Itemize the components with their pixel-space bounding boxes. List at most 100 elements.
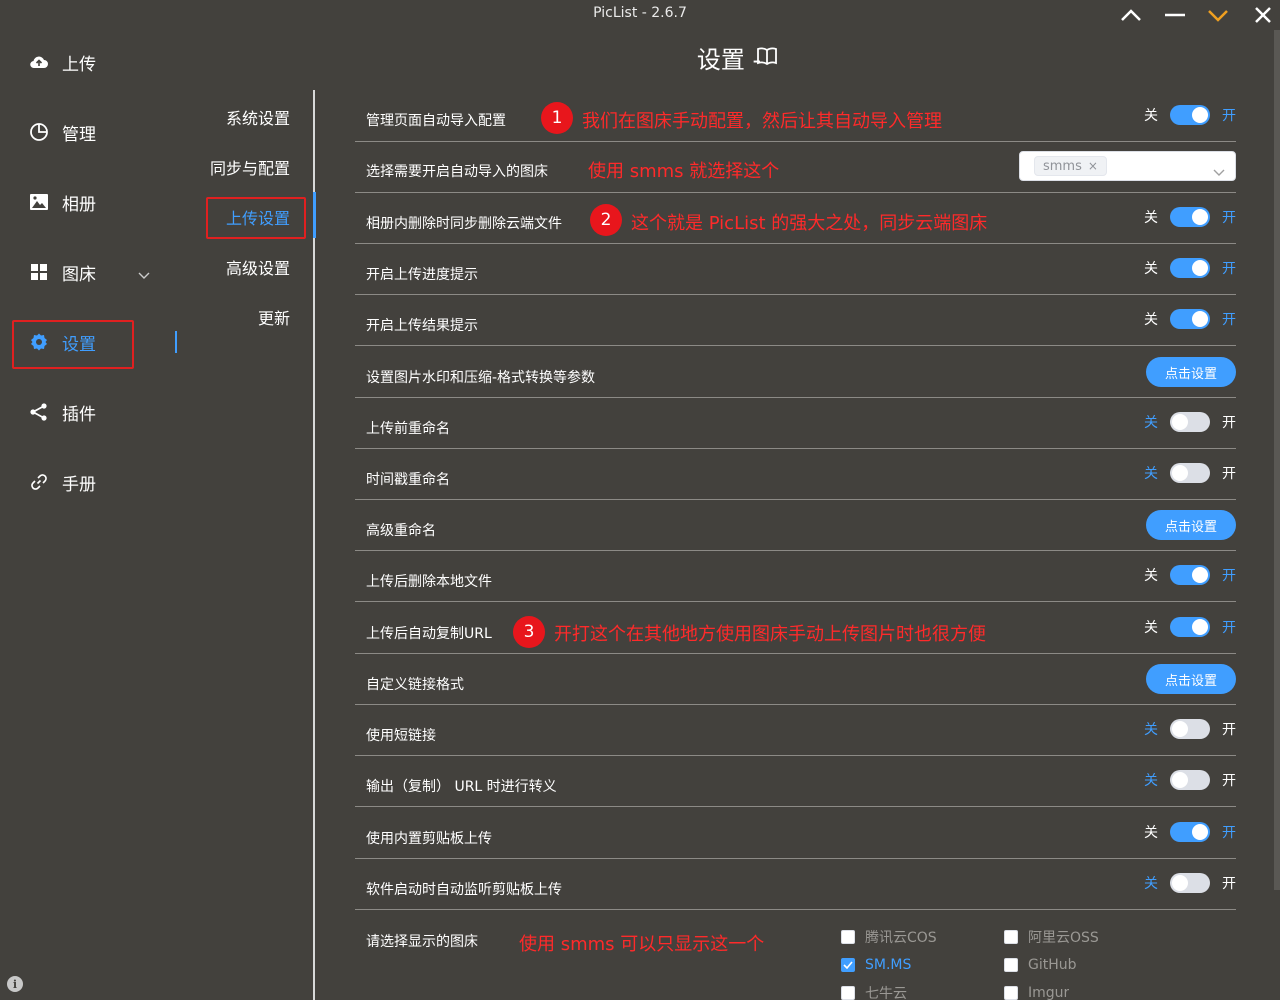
close-icon[interactable]	[1250, 4, 1276, 26]
toggle-switch[interactable]: 关 开	[1144, 719, 1236, 739]
setting-label: 时间戳重命名	[366, 472, 450, 488]
info-icon[interactable]: i	[7, 976, 23, 992]
checkbox-label: SM.MS	[865, 957, 912, 973]
switch-off-label: 关	[1144, 876, 1158, 892]
close-icon[interactable]: ×	[1088, 159, 1098, 173]
scrollbar[interactable]	[1274, 30, 1280, 890]
picbed-checkbox[interactable]: 七牛云	[841, 985, 907, 1000]
submenu-item-sync[interactable]: 同步与配置	[210, 155, 290, 179]
app-title: PicList - 2.6.7	[593, 5, 687, 21]
switch-off-label: 关	[1144, 415, 1158, 431]
annotation-text: 使用 smms 就选择这个	[588, 161, 780, 182]
picbed-checkbox[interactable]: 阿里云OSS	[1004, 927, 1099, 947]
toggle-switch[interactable]: 关 开	[1144, 207, 1236, 227]
highlight-box-upload-settings	[206, 197, 306, 239]
advanced-rename-button[interactable]: 点击设置	[1146, 510, 1236, 540]
setting-row: 时间戳重命名 关 开	[355, 449, 1236, 500]
toggle-switch[interactable]: 关 开	[1144, 873, 1236, 893]
toggle-track[interactable]	[1170, 719, 1210, 739]
sidebar-item-picbed[interactable]: 图床	[28, 254, 158, 290]
setting-label: 设置图片水印和压缩-格式转换等参数	[366, 370, 596, 386]
setting-label: 相册内删除时同步删除云端文件	[366, 216, 562, 232]
setting-row: 输出（复制） URL 时进行转义 关 开	[355, 756, 1236, 807]
switch-on-label: 开	[1222, 261, 1236, 277]
sidebar-item-gallery[interactable]: 相册	[28, 184, 96, 220]
switch-off-label: 关	[1144, 210, 1158, 226]
toggle-track[interactable]	[1170, 207, 1210, 227]
toggle-switch[interactable]: 关 开	[1144, 565, 1236, 585]
collapse-up-icon[interactable]	[1118, 4, 1144, 26]
toggle-track[interactable]	[1170, 565, 1210, 585]
sidebar-item-plugins[interactable]: 插件	[28, 394, 96, 430]
checkbox-box[interactable]	[841, 930, 855, 944]
picbed-checkbox[interactable]: Imgur	[1004, 985, 1069, 1000]
link-format-button[interactable]: 点击设置	[1146, 664, 1236, 694]
switch-off-label: 关	[1144, 261, 1158, 277]
toggle-track[interactable]	[1170, 873, 1210, 893]
checkbox-label: GitHub	[1028, 957, 1077, 973]
setting-label: 高级重命名	[366, 523, 436, 539]
sidebar-item-label: 相册	[62, 194, 96, 215]
setting-label: 请选择显示的图床	[366, 934, 478, 950]
link-icon	[28, 471, 50, 493]
toggle-track[interactable]	[1170, 463, 1210, 483]
toggle-switch[interactable]: 关 开	[1144, 309, 1236, 329]
toggle-switch[interactable]: 关 开	[1144, 105, 1236, 125]
sidebar-item-label: 图床	[62, 264, 96, 285]
picbed-checkbox[interactable]: GitHub	[1004, 957, 1077, 973]
toggle-switch[interactable]: 关 开	[1144, 822, 1236, 842]
checkbox-label: 阿里云OSS	[1028, 930, 1099, 946]
switch-on-label: 开	[1222, 415, 1236, 431]
setting-row: 开启上传进度提示 关 开	[355, 244, 1236, 295]
check-icon	[843, 961, 853, 969]
checkbox-box[interactable]	[841, 958, 855, 972]
setting-row: 设置图片水印和压缩-格式转换等参数 点击设置	[355, 346, 1236, 398]
toggle-track[interactable]	[1170, 105, 1210, 125]
submenu-active-indicator	[313, 192, 316, 238]
switch-on-label: 开	[1222, 568, 1236, 584]
picbed-checkbox[interactable]: SM.MS	[841, 957, 911, 973]
minimize-icon[interactable]	[1162, 4, 1188, 26]
checkbox-label: 七牛云	[865, 985, 907, 1000]
toggle-switch[interactable]: 关 开	[1144, 412, 1236, 432]
sidebar-item-manage[interactable]: 管理	[28, 114, 96, 150]
setting-label: 使用内置剪贴板上传	[366, 831, 492, 847]
toggle-track[interactable]	[1170, 822, 1210, 842]
switch-off-label: 关	[1144, 568, 1158, 584]
chevron-down-icon[interactable]	[1213, 162, 1225, 181]
checkbox-box[interactable]	[1004, 985, 1018, 1000]
checkbox-label: 腾讯云COS	[865, 930, 937, 946]
setting-row: 自定义链接格式 点击设置	[355, 654, 1236, 705]
toggle-track[interactable]	[1170, 309, 1210, 329]
sidebar-item-manual[interactable]: 手册	[28, 464, 96, 500]
submenu-item-update[interactable]: 更新	[258, 305, 290, 329]
toggle-track[interactable]	[1170, 258, 1210, 278]
setting-row: 开启上传结果提示 关 开	[355, 295, 1236, 346]
watermark-settings-button[interactable]: 点击设置	[1146, 357, 1236, 387]
toggle-switch[interactable]: 关 开	[1144, 463, 1236, 483]
book-icon[interactable]	[756, 46, 778, 70]
switch-off-label: 关	[1144, 825, 1158, 841]
checkbox-box[interactable]	[1004, 958, 1018, 972]
submenu-item-advanced[interactable]: 高级设置	[226, 255, 290, 279]
picbed-checkbox[interactable]: 腾讯云COS	[841, 927, 937, 947]
setting-label: 上传前重命名	[366, 421, 450, 437]
picbed-select[interactable]: smms ×	[1019, 151, 1236, 181]
page-title: 设置 -	[696, 46, 762, 74]
toggle-switch[interactable]: 关 开	[1144, 258, 1236, 278]
annotation-text: 使用 smms 可以只显示这一个	[519, 934, 765, 955]
highlight-box-settings	[12, 320, 134, 369]
chevron-down-icon[interactable]	[1205, 4, 1231, 26]
annotation-text: 这个就是 PicList 的强大之处，同步云端图床	[631, 213, 988, 234]
switch-on-label: 开	[1222, 466, 1236, 482]
setting-row: 软件启动时自动监听剪贴板上传 关 开	[355, 859, 1236, 910]
select-tag-label: smms	[1043, 158, 1082, 174]
toggle-track[interactable]	[1170, 412, 1210, 432]
checkbox-box[interactable]	[1004, 930, 1018, 944]
toggle-track[interactable]	[1170, 617, 1210, 637]
toggle-switch[interactable]: 关 开	[1144, 770, 1236, 790]
toggle-track[interactable]	[1170, 770, 1210, 790]
submenu-item-system[interactable]: 系统设置	[226, 105, 290, 129]
toggle-switch[interactable]: 关 开	[1144, 617, 1236, 637]
checkbox-box[interactable]	[841, 985, 855, 1000]
